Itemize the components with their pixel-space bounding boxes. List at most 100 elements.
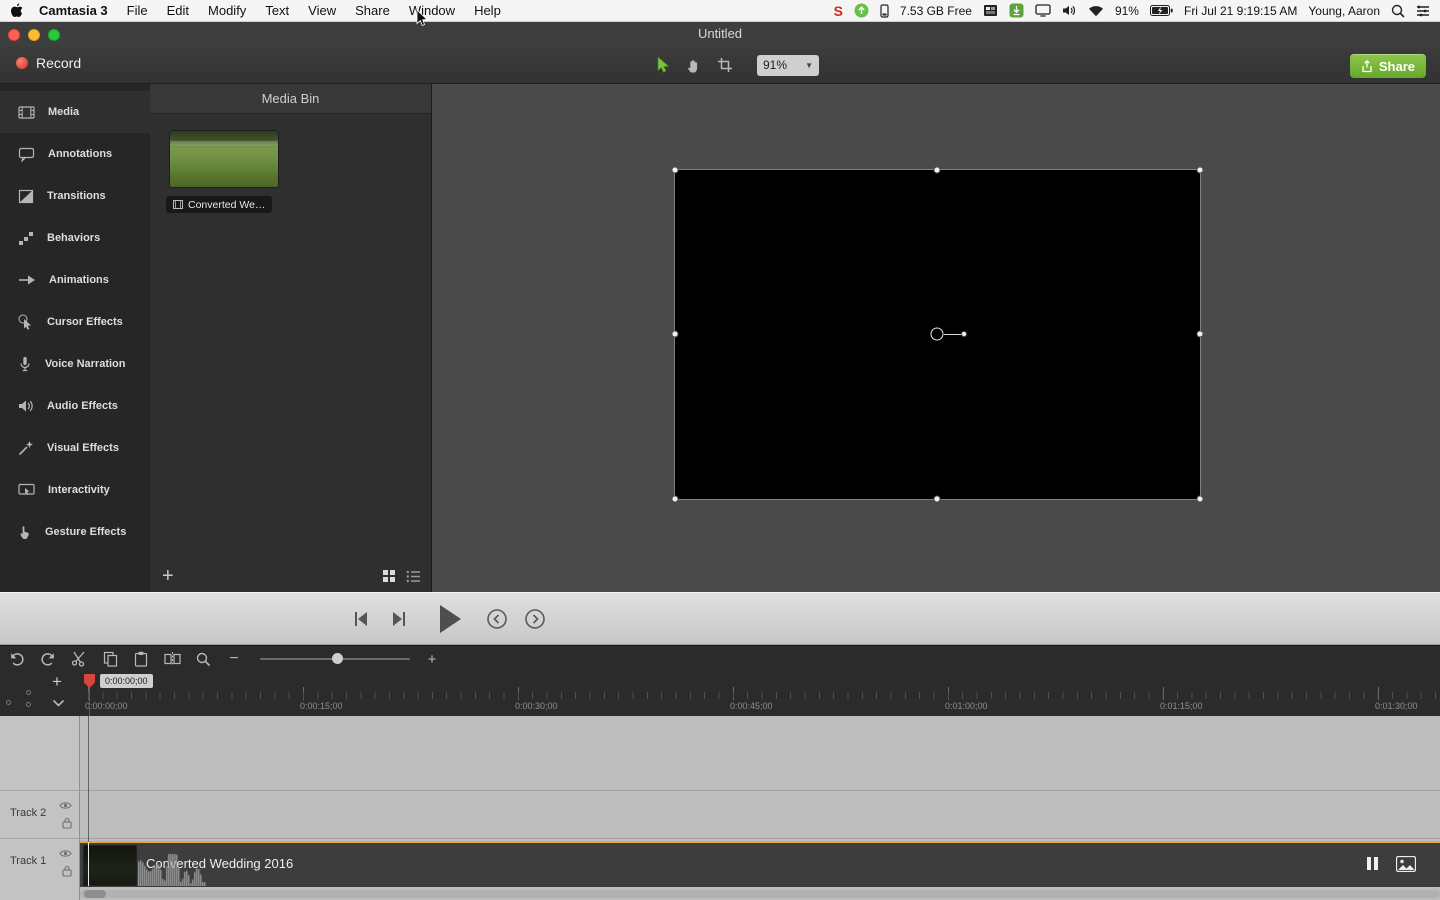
track-1-visibility-toggle[interactable]: [59, 845, 72, 863]
installer-icon[interactable]: [1009, 3, 1024, 18]
previous-frame-button[interactable]: [350, 608, 372, 630]
undo-button[interactable]: [8, 650, 26, 668]
spotlight-search-icon[interactable]: [1391, 4, 1405, 18]
resize-handle-ne[interactable]: [1197, 167, 1204, 174]
resize-handle-n[interactable]: [934, 167, 941, 174]
menu-app-name[interactable]: Camtasia 3: [39, 3, 108, 18]
track-1-lock-toggle[interactable]: [62, 864, 72, 882]
cut-button[interactable]: [70, 650, 88, 668]
microphone-icon: [18, 356, 32, 372]
center-anchor-icon[interactable]: [931, 328, 944, 341]
resize-handle-e[interactable]: [1197, 331, 1204, 338]
track-2-visibility-toggle[interactable]: [59, 797, 72, 815]
menu-file[interactable]: File: [127, 3, 148, 18]
select-tool-button[interactable]: [652, 54, 674, 76]
window-manager-icon[interactable]: [983, 4, 998, 17]
timeline-ruler[interactable]: 0:00:00;00 0:00:15;00 0:00:30;00 0:00:45…: [80, 672, 1440, 716]
sidebar-item-animations[interactable]: Animations: [0, 259, 150, 301]
record-button[interactable]: Record: [16, 55, 81, 71]
sidebar-item-voice-narration[interactable]: Voice Narration: [0, 343, 150, 385]
canvas-zoom-dropdown[interactable]: 91% ▼: [757, 55, 819, 76]
track-option-dot-icon[interactable]: [6, 700, 11, 705]
crop-icon: [717, 57, 733, 73]
sidebar-item-transitions[interactable]: Transitions: [0, 175, 150, 217]
pause-indicator-icon[interactable]: [1367, 857, 1378, 870]
jump-forward-button[interactable]: [523, 607, 547, 631]
track-option-dot-icon[interactable]: [26, 702, 31, 707]
sidebar-item-cursor-effects[interactable]: Cursor Effects: [0, 301, 150, 343]
canvas-stage[interactable]: [675, 170, 1200, 499]
notification-center-icon[interactable]: [1416, 5, 1430, 17]
resize-handle-se[interactable]: [1197, 496, 1204, 503]
timeline-zoom-slider[interactable]: [260, 650, 410, 668]
menu-share[interactable]: Share: [355, 3, 390, 18]
apple-menu-icon[interactable]: [10, 3, 23, 18]
menu-modify[interactable]: Modify: [208, 3, 246, 18]
media-item-label-badge[interactable]: Converted We…: [166, 196, 272, 213]
sidebar-item-audio-effects[interactable]: Audio Effects: [0, 385, 150, 427]
playhead-handle[interactable]: [84, 674, 95, 688]
window-title: Untitled: [0, 26, 1440, 41]
add-media-button[interactable]: +: [162, 566, 174, 586]
battery-percent-text[interactable]: 91%: [1115, 4, 1139, 18]
resize-handle-s[interactable]: [934, 496, 941, 503]
image-indicator-icon[interactable]: [1396, 856, 1416, 877]
timeline-horizontal-scrollbar[interactable]: [80, 890, 1440, 898]
track-row-2[interactable]: Track 2: [0, 790, 1440, 838]
resize-handle-nw[interactable]: [672, 167, 679, 174]
battery-icon[interactable]: [1150, 5, 1173, 16]
sidebar-item-gesture-effects[interactable]: Gesture Effects: [0, 511, 150, 553]
split-button[interactable]: [163, 650, 181, 668]
resize-handle-w[interactable]: [672, 331, 679, 338]
track-row-1[interactable]: Track 1 Converted Wedding 2016: [0, 838, 1440, 886]
rotation-handle[interactable]: [961, 331, 967, 337]
redo-button[interactable]: [39, 650, 57, 668]
track-options-chevron-button[interactable]: [52, 694, 65, 712]
timeline-clip[interactable]: Converted Wedding 2016: [80, 841, 1440, 887]
s-logo-icon[interactable]: S: [834, 3, 843, 19]
timeline-body[interactable]: Track 2 Track 1: [0, 716, 1440, 900]
wifi-icon[interactable]: [1088, 5, 1104, 17]
play-button[interactable]: [432, 600, 466, 638]
timeline-zoom-in-button[interactable]: +: [423, 650, 441, 668]
step-forward-icon: [388, 608, 410, 630]
sidebar-item-annotations[interactable]: Annotations: [0, 133, 150, 175]
ruler-label: 0:01:00;00: [945, 701, 988, 711]
paste-button[interactable]: [132, 650, 150, 668]
scrollbar-thumb[interactable]: [84, 890, 106, 898]
copy-button[interactable]: [101, 650, 119, 668]
sidebar-item-visual-effects[interactable]: Visual Effects: [0, 427, 150, 469]
volume-icon[interactable]: [1062, 4, 1077, 17]
resize-handle-sw[interactable]: [672, 496, 679, 503]
zoom-slider-knob[interactable]: [332, 653, 343, 664]
share-button[interactable]: Share: [1350, 54, 1426, 78]
crop-tool-button[interactable]: [714, 54, 736, 76]
clock-text[interactable]: Fri Jul 21 9:19:15 AM: [1184, 4, 1297, 18]
canvas-area[interactable]: [432, 84, 1440, 592]
grid-view-button[interactable]: [382, 569, 396, 583]
menu-text[interactable]: Text: [265, 3, 289, 18]
sidebar-item-media[interactable]: Media: [0, 91, 150, 133]
jump-back-button[interactable]: [485, 607, 509, 631]
list-view-button[interactable]: [406, 570, 421, 583]
display-icon[interactable]: [1035, 4, 1051, 17]
sidebar-item-interactivity[interactable]: Interactivity: [0, 469, 150, 511]
timeline-zoom-out-button[interactable]: −: [225, 650, 243, 668]
disk-icon[interactable]: [880, 4, 889, 18]
playback-controls-bar: 00:00/01:42:58 Properties: [0, 592, 1440, 645]
menu-help[interactable]: Help: [474, 3, 501, 18]
track-option-dot-icon[interactable]: [26, 690, 31, 695]
track-2-lock-toggle[interactable]: [62, 816, 72, 834]
add-track-button[interactable]: +: [52, 673, 62, 690]
step-forward-button[interactable]: [388, 608, 410, 630]
free-space-text[interactable]: 7.53 GB Free: [900, 4, 972, 18]
user-menu-text[interactable]: Young, Aaron: [1308, 4, 1380, 18]
sync-status-icon[interactable]: [854, 3, 869, 18]
sidebar-item-behaviors[interactable]: Behaviors: [0, 217, 150, 259]
menu-view[interactable]: View: [308, 3, 336, 18]
menu-edit[interactable]: Edit: [167, 3, 189, 18]
sidebar-label: Voice Narration: [45, 358, 126, 370]
media-item-thumbnail[interactable]: [170, 131, 278, 187]
pan-tool-button[interactable]: [683, 54, 705, 76]
playhead-time-label: 0:00:00;00: [100, 674, 153, 688]
